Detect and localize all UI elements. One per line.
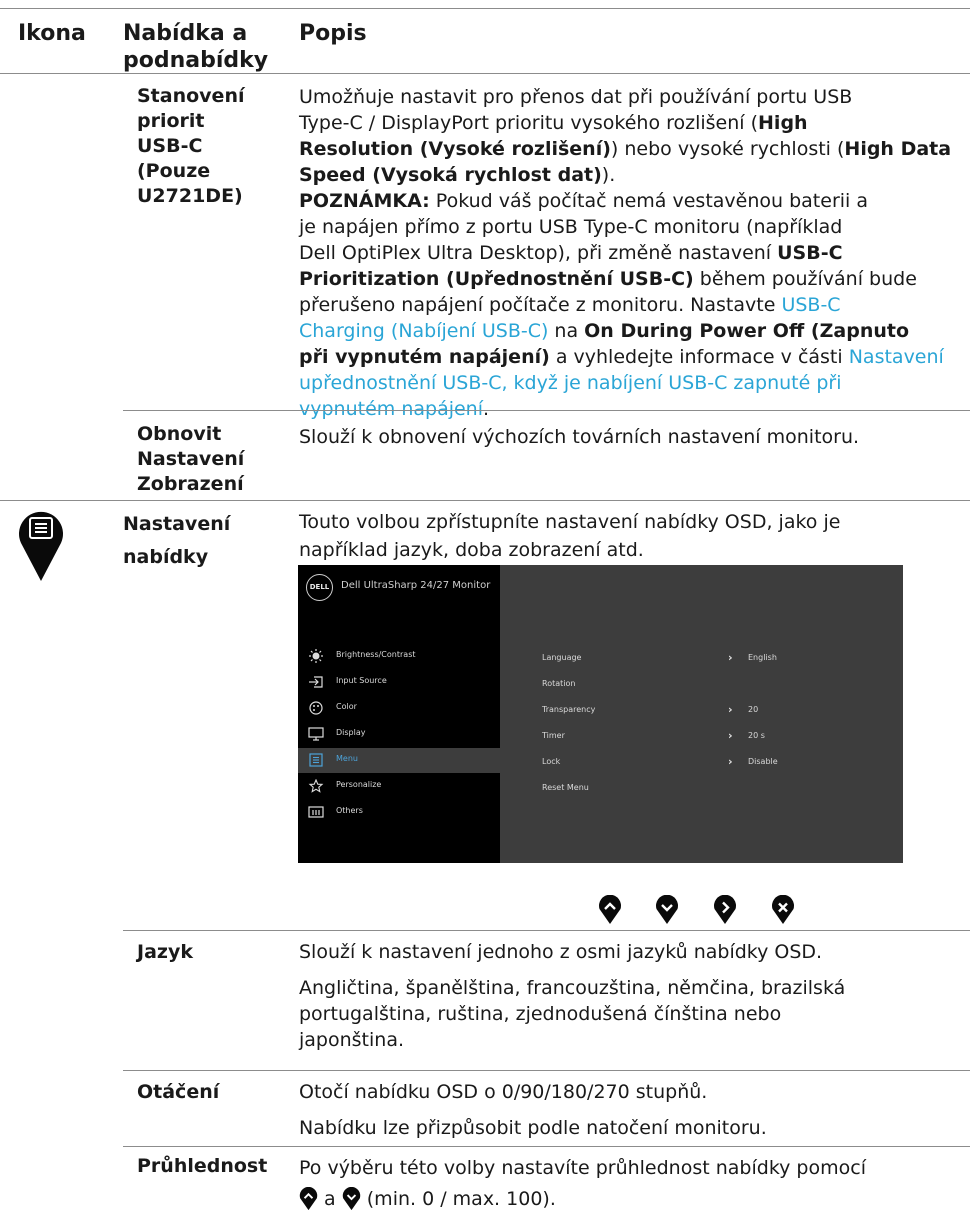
color-icon [309,701,323,715]
usbc-charging-link-cont[interactable]: Charging (Nabíjení USB-C) [299,320,548,342]
dell-logo: DELL [306,574,333,601]
usbc-setting-link-end[interactable]: vypnutém napájení [299,398,483,420]
chevron-right-icon: › [728,729,733,742]
chevron-right-icon: › [728,755,733,768]
usbc-note: POZNÁMKA: Pokud váš počítač nemá vestavě… [299,190,868,212]
header-menu-col: Nabídka a podnabídky [123,21,269,73]
rotation-row-rule [123,1146,970,1147]
menu-settings-title: Nastavení nabídky [123,513,231,568]
menu-icon [309,753,323,767]
osd-title: Dell UltraSharp 24/27 Monitor [341,580,491,591]
osd-item-menu[interactable]: Menu [298,748,500,773]
chevron-right-icon: › [728,651,733,664]
reset-display-title: Obnovit Nastavení Zobrazení [137,423,245,495]
display-icon [308,727,324,741]
menu-settings-rule [123,930,970,931]
reset-display-desc: Slouží k obnovení výchozích továrních na… [299,426,860,448]
osd-sub-rotation[interactable]: Rotation [542,679,842,693]
rotation-title: Otáčení [137,1081,220,1103]
osd-item-color[interactable]: Color [298,696,500,721]
input-source-icon [309,676,323,688]
usbc-setting-link[interactable]: Nastavení [849,346,944,368]
brightness-icon [309,649,323,663]
close-icon[interactable] [771,895,795,925]
language-title: Jazyk [137,941,193,963]
header-desc-col: Popis [299,21,367,46]
osd-sub-lock[interactable]: Lock › Disable [542,755,842,771]
language-desc: Slouží k nastavení jednoho z osmi jazyků… [299,941,846,1051]
down-icon[interactable] [655,895,679,925]
usbc-priority-title: Stanovení priorit USB-C (Pouze U2721DE) [137,85,245,207]
osd-screenshot: DELL Dell UltraSharp 24/27 Monitor Brigh… [298,565,903,863]
osd-main-menu: DELL Dell UltraSharp 24/27 Monitor Brigh… [298,565,500,863]
transparency-title: Průhlednost [137,1155,268,1177]
rotation-desc: Otočí nabídku OSD o 0/90/180/270 stupňů.… [299,1081,767,1139]
header-icon-col: Ikona [18,21,86,46]
up-icon[interactable] [598,895,622,925]
transparency-desc-line2: a (min. 0 / max. 100). [299,1186,556,1212]
usbc-setting-link-cont[interactable]: upřednostnění USB-C, když je nabíjení US… [299,370,969,396]
osd-item-input-source[interactable]: Input Source [298,670,500,695]
right-icon[interactable] [713,895,737,925]
star-icon [308,779,324,793]
usbc-priority-desc: Umožňuje nastavit pro přenos dat při pou… [299,84,969,422]
header-rule [0,73,970,74]
osd-sub-transparency[interactable]: Transparency › 20 [542,703,842,719]
top-rule [0,8,970,9]
reset-row-rule [0,500,970,501]
osd-item-others[interactable]: Others [298,800,500,825]
usbc-row-rule [123,410,970,411]
osd-sub-timer[interactable]: Timer › 20 s [542,729,842,745]
menu-settings-icon [19,511,63,581]
transparency-desc: Po výběru této volby nastavíte průhledno… [299,1157,866,1179]
up-icon [299,1186,318,1211]
others-icon [308,806,324,818]
chevron-right-icon: › [728,703,733,716]
osd-item-brightness[interactable]: Brightness/Contrast [298,644,500,669]
language-row-rule [123,1070,970,1071]
osd-sub-language[interactable]: Language › English [542,651,842,667]
osd-sub-reset-menu[interactable]: Reset Menu [542,783,842,797]
menu-settings-desc: Touto volbou zpřístupníte nastavení nabí… [299,511,841,561]
osd-item-personalize[interactable]: Personalize [298,774,500,799]
osd-item-display[interactable]: Display [298,722,500,747]
usbc-charging-link[interactable]: USB-C [781,294,840,316]
down-icon [342,1186,360,1211]
